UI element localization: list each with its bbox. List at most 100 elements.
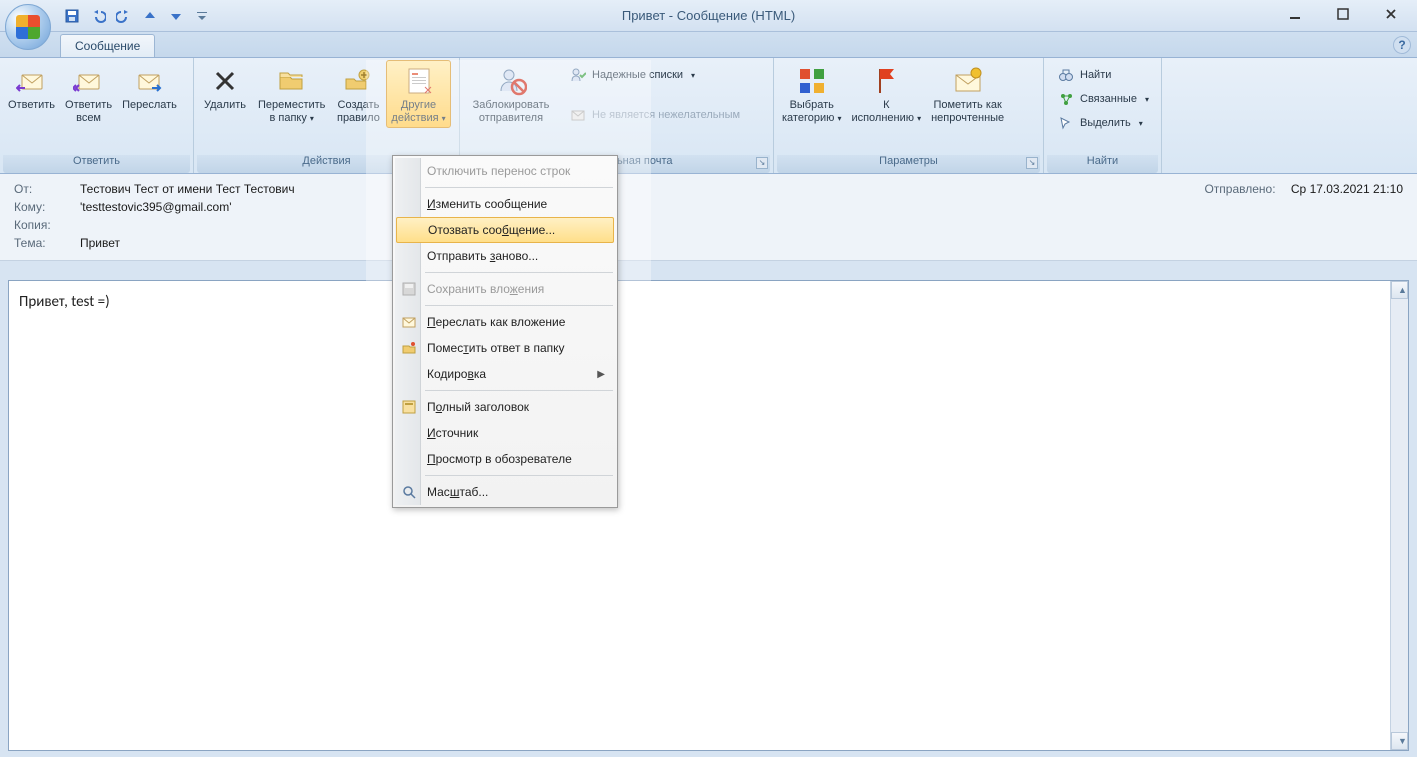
close-icon [1385,8,1397,20]
chevron-down-icon: ▾ [1139,119,1143,128]
reply-icon [16,65,48,97]
reply-button[interactable]: Ответить [3,60,60,115]
folder-move-icon [276,65,308,97]
mark-unread-button[interactable]: Пометить какнепрочтенные [926,60,1009,128]
maximize-button[interactable] [1319,0,1367,28]
not-junk-icon [570,107,586,123]
window-controls [1271,0,1415,28]
menu-source[interactable]: Источник [395,420,615,446]
help-button[interactable]: ? [1393,36,1411,54]
block-sender-button[interactable]: Заблокироватьотправителя [463,60,559,128]
menu-separator [425,187,613,188]
menu-resend[interactable]: Отправить заново... [395,243,615,269]
group-options: Выбратькатегорию ▾ Кисполнению ▾ Пометит… [774,58,1044,173]
menu-move-reply[interactable]: Поместить ответ в папку [395,335,615,361]
find-label: Найти [1080,69,1111,81]
ribbon-tab-row: Сообщение ? [0,32,1417,58]
minimize-button[interactable] [1271,0,1319,28]
follow-up-label: Кисполнению ▾ [851,99,921,125]
move-to-folder-label: Переместитьв папку ▾ [258,99,325,125]
from-label: От: [14,182,80,196]
scroll-up-button[interactable]: ▲ [1391,281,1408,299]
forward-button[interactable]: Переслать [117,60,182,115]
menu-forward-attachment[interactable]: Переслать как вложение [395,309,615,335]
safe-lists-button[interactable]: Надежные списки ▾ [565,64,745,86]
categorize-button[interactable]: Выбратькатегорию ▾ [777,60,846,128]
ribbon: Ответить Ответитьвсем Переслать Ответить… [0,58,1417,174]
other-actions-button[interactable]: Другиедействия ▾ [386,60,450,128]
menu-full-header[interactable]: Полный заголовок [395,394,615,420]
close-button[interactable] [1367,0,1415,28]
menu-separator [425,475,613,476]
mark-unread-icon [952,65,984,97]
minimize-icon [1289,8,1301,20]
scroll-down-button[interactable]: ▼ [1391,732,1408,750]
menu-separator [425,272,613,273]
other-actions-icon [403,65,435,97]
group-find: Найти Связанные ▾ Выделить ▾ Найти [1044,58,1162,173]
group-find-label: Найти [1047,155,1158,173]
vertical-scrollbar[interactable]: ▲ ▼ [1390,281,1408,750]
menu-view-browser[interactable]: Просмотр в обозревателе [395,446,615,472]
scrollbar-track[interactable] [1391,299,1408,732]
block-sender-label: Заблокироватьотправителя [473,99,550,125]
select-label: Выделить [1080,117,1131,129]
to-label: Кому: [14,200,80,214]
safe-lists-icon [570,67,586,83]
delete-button[interactable]: Удалить [197,60,253,115]
reply-all-icon [73,65,105,97]
other-actions-label: Другиедействия ▾ [391,99,445,125]
delete-label: Удалить [204,99,246,112]
title-bar: Привет - Сообщение (HTML) [0,0,1417,32]
options-group-launcher[interactable]: ↘ [1026,157,1038,169]
subject-value: Привет [80,236,120,250]
qat-customize-button[interactable] [190,5,214,27]
binoculars-icon [1058,67,1074,83]
qat-redo-button[interactable] [112,5,136,27]
sent-field: Отправлено: Ср 17.03.2021 21:10 [1204,182,1403,196]
menu-separator [425,305,613,306]
select-button[interactable]: Выделить ▾ [1053,112,1154,134]
forward-attachment-icon [399,312,419,332]
subject-label: Тема: [14,236,80,250]
menu-disable-wrap: Отключить перенос строк [395,158,615,184]
block-sender-icon [495,65,527,97]
categorize-icon [796,65,828,97]
forward-icon [133,65,165,97]
group-reply-label: Ответить [3,155,190,173]
full-header-icon [399,397,419,417]
mark-unread-label: Пометить какнепрочтенные [931,99,1004,125]
arrow-down-icon [169,9,183,23]
qat-undo-button[interactable] [86,5,110,27]
message-body-frame: Привет, test =) ▲ ▼ [8,280,1409,751]
follow-up-button[interactable]: Кисполнению ▾ [846,60,926,128]
message-body[interactable]: Привет, test =) [9,281,1390,750]
menu-recall-message[interactable]: Отозвать сообщение... [396,217,614,243]
related-button[interactable]: Связанные ▾ [1053,88,1154,110]
create-rule-button[interactable]: Создатьправило [330,60,386,128]
submenu-arrow-icon: ▶ [597,369,605,380]
chevron-down-icon [196,10,208,22]
office-button[interactable] [5,4,51,50]
qat-next-button[interactable] [164,5,188,27]
menu-edit-message[interactable]: Изменить сообщение [395,191,615,217]
qat-save-button[interactable] [60,5,84,27]
move-to-folder-button[interactable]: Переместитьв папку ▾ [253,60,330,128]
menu-encoding[interactable]: Кодировка ▶ [395,361,615,387]
junk-group-launcher[interactable]: ↘ [756,157,768,169]
other-actions-dropdown: Отключить перенос строк Изменить сообщен… [392,155,618,508]
qat-previous-button[interactable] [138,5,162,27]
menu-zoom[interactable]: Масштаб... [395,479,615,505]
delete-icon [209,65,241,97]
group-reply: Ответить Ответитьвсем Переслать Ответить [0,58,194,173]
not-junk-label: Не является нежелательным [592,109,740,121]
save-icon [64,8,80,24]
find-button[interactable]: Найти [1053,64,1154,86]
safe-lists-label: Надежные списки [592,69,683,81]
tab-message[interactable]: Сообщение [60,34,155,57]
create-rule-label: Создатьправило [337,99,380,125]
undo-icon [90,8,106,24]
forward-label: Переслать [122,99,177,112]
reply-all-button[interactable]: Ответитьвсем [60,60,117,128]
menu-separator [425,390,613,391]
